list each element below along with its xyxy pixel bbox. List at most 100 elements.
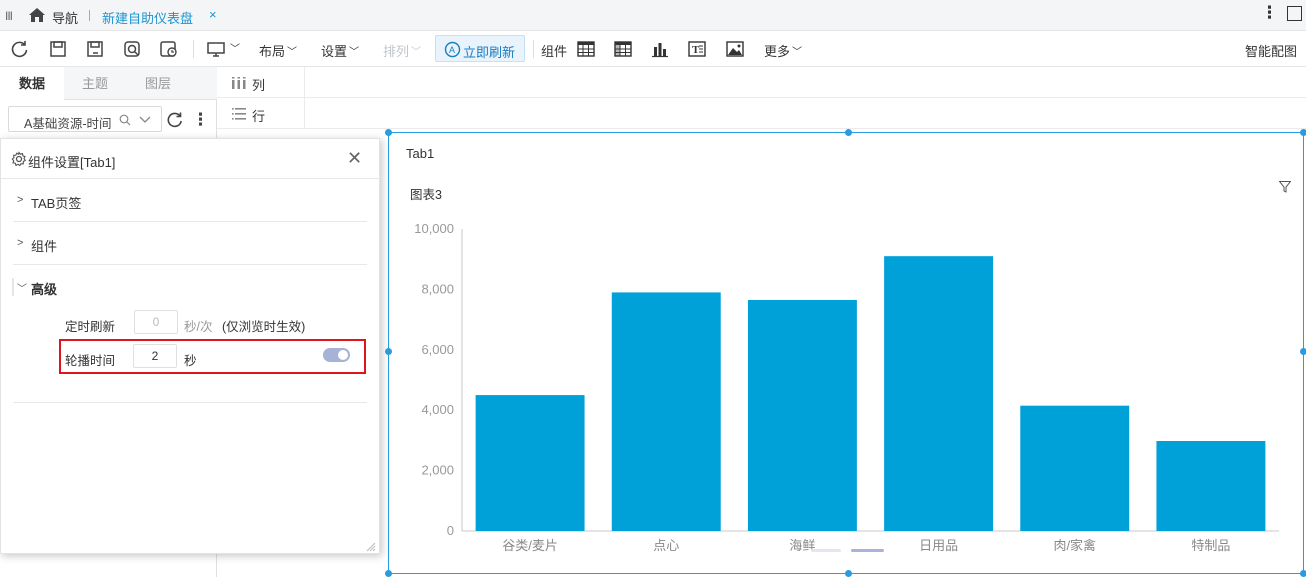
carousel-indicator-inactive[interactable] — [811, 549, 841, 552]
y-tick-label: 6,000 — [421, 342, 454, 357]
tab-layers[interactable]: 图层 — [126, 67, 190, 100]
chevron-down-icon[interactable] — [139, 115, 151, 125]
columns-icon — [232, 77, 246, 89]
section-tab-label[interactable]: > TAB页签 — [13, 179, 367, 222]
x-tick-label: 点心 — [653, 538, 679, 553]
maximize-icon[interactable] — [1287, 6, 1302, 21]
refresh-icon[interactable] — [10, 39, 30, 59]
settings-header: 组件设置[Tab1] ✕ — [1, 139, 379, 179]
bar-5 — [1156, 441, 1266, 531]
bar-2 — [747, 299, 857, 531]
y-tick-label: 8,000 — [421, 281, 454, 296]
schedule-icon[interactable] — [159, 39, 179, 59]
divider — [89, 10, 90, 21]
settings-menu[interactable]: 设置 ﹀ — [321, 41, 359, 60]
resize-handle[interactable] — [385, 348, 392, 355]
carousel-time-label: 轮播时间 — [65, 354, 116, 368]
resize-handle[interactable] — [845, 570, 852, 577]
monitor-icon[interactable] — [206, 39, 226, 59]
svg-text:A: A — [449, 45, 455, 55]
monitor-dropdown-chevron-icon[interactable]: ﹀ — [228, 41, 240, 56]
settings-title: 组件设置[Tab1] — [28, 155, 116, 170]
crosstab-icon[interactable] — [613, 39, 633, 59]
tab-dashboard[interactable]: 新建自助仪表盘 — [102, 8, 193, 27]
rows-label-box: 行 — [217, 98, 305, 129]
carousel-time-unit: 秒 — [184, 354, 197, 368]
timed-refresh-input[interactable]: 0 — [134, 310, 178, 334]
left-tabs: 数据 主题 图层 — [0, 67, 217, 101]
gear-icon — [11, 151, 27, 167]
y-tick-label: 0 — [447, 523, 454, 538]
toggle-knob — [338, 350, 348, 360]
columns-label: 列 — [252, 78, 266, 93]
table-icon[interactable] — [576, 39, 596, 59]
svg-text:T: T — [692, 44, 700, 56]
x-tick-label: 谷类/麦片 — [502, 538, 558, 553]
bar-chart-icon[interactable] — [650, 39, 670, 59]
section-component[interactable]: > 组件 — [13, 222, 367, 265]
resize-handle[interactable] — [1300, 570, 1306, 577]
refresh-now-button[interactable]: A 立即刷新 — [435, 35, 525, 62]
resize-grip-icon[interactable] — [366, 542, 376, 552]
title-bar: III 导航 新建自助仪表盘 × ⋮ — [0, 0, 1306, 31]
resize-handle[interactable] — [1300, 348, 1306, 355]
image-icon[interactable] — [725, 39, 745, 59]
home-icon[interactable] — [28, 6, 46, 24]
search-icon[interactable] — [119, 114, 131, 126]
divider — [193, 40, 194, 58]
chevron-down-icon[interactable]: ﹀ — [17, 280, 27, 295]
arrange-menu[interactable]: 排列 ﹀ — [383, 41, 421, 60]
x-tick-label: 日用品 — [919, 538, 958, 553]
preview-icon[interactable] — [122, 39, 142, 59]
x-tick-label: 肉/家禽 — [1053, 538, 1096, 553]
text-box-icon[interactable]: T — [687, 39, 707, 59]
close-tab-icon[interactable]: × — [209, 7, 217, 22]
timed-refresh-label: 定时刷新 — [65, 320, 116, 334]
layout-menu[interactable]: 布局 ﹀ — [259, 41, 297, 60]
y-tick-label: 10,000 — [414, 221, 454, 236]
chevron-right-icon: > — [17, 194, 24, 206]
rows-label: 行 — [252, 109, 266, 124]
resize-handle[interactable] — [385, 570, 392, 577]
columns-shelf[interactable]: 列 — [217, 67, 1306, 98]
save-as-icon[interactable] — [85, 39, 105, 59]
datasource-more-icon[interactable]: ⋮ — [192, 110, 209, 130]
y-tick-label: 4,000 — [421, 402, 454, 417]
y-tick-label: 2,000 — [421, 463, 454, 478]
columns-label-box: 列 — [217, 67, 305, 98]
nav-label[interactable]: 导航 — [52, 8, 78, 27]
carousel-time-input[interactable]: 2 — [133, 344, 177, 368]
rows-icon — [232, 108, 246, 120]
bar-0 — [475, 395, 585, 531]
timed-refresh-unit: 秒/次 — [184, 320, 213, 334]
smart-color-button[interactable]: 智能配图 — [1245, 41, 1297, 60]
more-menu[interactable]: 更多 ﹀ — [764, 41, 802, 60]
carousel-indicator-active[interactable] — [851, 549, 884, 552]
rows-shelf[interactable]: 行 — [217, 98, 1306, 129]
divider — [533, 40, 534, 58]
bar-4 — [1020, 405, 1130, 531]
bar-1 — [611, 292, 721, 531]
tab-theme[interactable]: 主题 — [64, 67, 126, 100]
bar-3 — [884, 256, 994, 531]
save-icon[interactable] — [48, 39, 68, 59]
section-marker — [12, 278, 14, 296]
component-label: 组件 — [541, 44, 568, 59]
close-icon[interactable]: ✕ — [347, 148, 362, 169]
bar-chart: 02,0004,0006,0008,00010,000谷类/麦片 点心 海鲜 日用品肉… — [414, 221, 1279, 553]
x-tick-label: 特制品 — [1191, 538, 1230, 553]
tab-container[interactable]: Tab1 图表3 0 2,000 4,000 6,000 8,000 10,000 谷类/麦… — [388, 132, 1304, 574]
resize-handle[interactable] — [1300, 129, 1306, 136]
resize-handle[interactable] — [845, 129, 852, 136]
refresh-datasource-icon[interactable] — [166, 111, 184, 129]
resize-handle[interactable] — [385, 129, 392, 136]
carousel-toggle[interactable] — [323, 348, 350, 362]
tab-data[interactable]: 数据 — [0, 67, 64, 101]
field-area: 列 行 — [217, 67, 1306, 129]
auto-refresh-icon: A — [444, 41, 461, 58]
menu-grip-icon[interactable]: III — [5, 9, 13, 23]
toolbar: ﹀ 布局 ﹀ 设置 ﹀ 排列 ﹀ A 立即刷新 组件 T 更多 ﹀ 智能配图 — [0, 31, 1306, 89]
more-vertical-icon[interactable]: ⋮ — [1261, 3, 1278, 23]
timed-refresh-note: (仅浏览时生效) — [222, 320, 306, 334]
datasource-select[interactable]: A基础资源-时间 — [8, 106, 162, 132]
